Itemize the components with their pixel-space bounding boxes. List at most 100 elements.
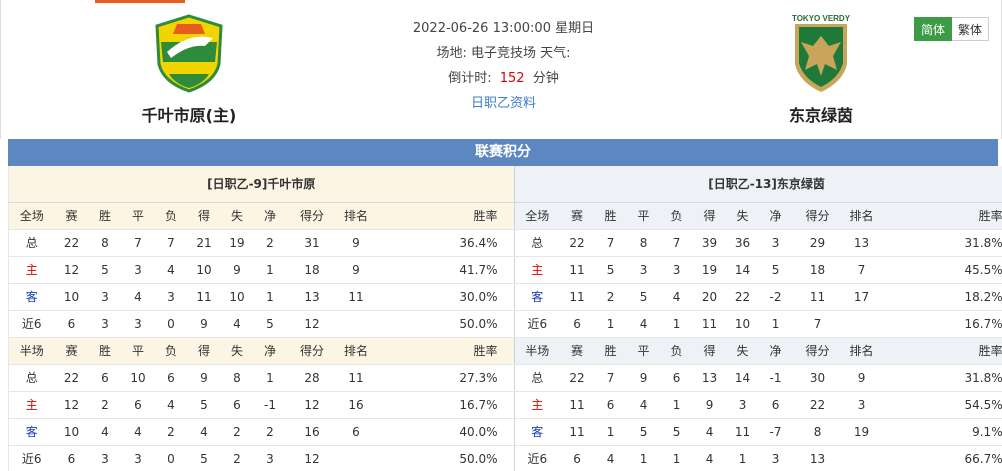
match-page: 千叶市原(主) 2022-06-26 13:00:00 星期日 场地: 电子竞技… <box>0 0 1002 471</box>
column-header: 胜率 <box>880 202 1002 230</box>
stat-cell: 6 <box>220 391 254 419</box>
stat-cell: 10 <box>187 256 221 284</box>
table-row: 客 10 3 4 3 11 10 1 13 11 30.0% <box>8 283 514 311</box>
team-standing-caption[interactable]: [日职乙-13]东京绿茵 <box>514 166 1002 203</box>
stat-cell: 9 <box>187 364 221 392</box>
column-header: 净 <box>759 202 793 230</box>
stat-cell: 9 <box>220 256 254 284</box>
full-time-header-row: 全场赛胜平负得失净得分 排名 胜率 <box>8 202 514 230</box>
column-header: 胜 <box>594 202 628 230</box>
row-label: 总 <box>8 229 55 257</box>
column-header: 得 <box>187 337 221 365</box>
stat-cell: 1 <box>660 391 694 419</box>
stat-cell: 18 <box>286 256 338 284</box>
table-row: 近6 6 1 4 1 11 10 1 7 16.7% <box>514 310 1002 338</box>
column-header: 负 <box>154 337 188 365</box>
away-team-logo[interactable]: TOKYO VERDY <box>731 12 911 94</box>
stat-cell: 1 <box>253 256 287 284</box>
stat-cell: 5 <box>88 256 122 284</box>
column-header: 赛 <box>54 202 89 230</box>
stat-cell: 3 <box>759 445 793 471</box>
stat-cell: 9 <box>627 364 661 392</box>
column-header: 净 <box>253 337 287 365</box>
stat-cell: 5 <box>187 445 221 471</box>
stat-cell: 22 <box>54 229 89 257</box>
match-countdown: 倒计时: 152 分钟 <box>331 66 676 91</box>
stat-cell: 4 <box>121 283 155 311</box>
stat-cell: 31 <box>286 229 338 257</box>
column-header: 得分 <box>792 202 844 230</box>
home-team-logo[interactable] <box>99 12 279 94</box>
stat-cell: -1 <box>253 391 287 419</box>
stat-cell: 22 <box>560 364 595 392</box>
table-row: 主 11 6 4 1 9 3 6 22 3 54.5% <box>514 391 1002 419</box>
stat-cell: 6 <box>560 310 595 338</box>
home-team-name[interactable]: 千叶市原(主) <box>99 102 279 126</box>
stat-cell: 4 <box>154 256 188 284</box>
row-label: 总 <box>514 229 561 257</box>
table-row: 客 11 2 5 4 20 22 -2 11 17 18.2% <box>514 283 1002 311</box>
stat-cell: 13 <box>792 445 844 471</box>
stat-cell: 9 <box>337 256 375 284</box>
away-team[interactable]: TOKYO VERDY 东京绿茵 <box>731 12 911 126</box>
column-header: 失 <box>220 337 254 365</box>
column-header: 胜率 <box>374 202 514 230</box>
stat-cell: 2 <box>594 283 628 311</box>
column-header: 赛 <box>560 202 595 230</box>
stat-cell: 6 <box>594 391 628 419</box>
stat-cell: 10 <box>54 418 89 446</box>
stat-cell: 20 <box>693 283 727 311</box>
table-row: 总 22 7 8 7 39 36 3 29 13 31.8% <box>514 229 1002 257</box>
stat-cell: 4 <box>693 445 727 471</box>
stat-cell: 21 <box>187 229 221 257</box>
stat-cell: 14 <box>726 364 760 392</box>
standings-title: 联赛积分 <box>8 139 998 166</box>
league-info-link[interactable]: 日职乙资料 <box>471 96 536 111</box>
stat-cell: 22 <box>792 391 844 419</box>
table-row: 总 22 8 7 7 21 19 2 31 9 36.4% <box>8 229 514 257</box>
stat-cell: 0 <box>154 445 188 471</box>
table-row: 近6 6 3 3 0 5 2 3 12 50.0% <box>8 445 514 471</box>
stat-cell: 4 <box>693 418 727 446</box>
stat-cell: 40.0% <box>374 418 514 446</box>
stat-cell: 7 <box>660 229 694 257</box>
stat-cell: 45.5% <box>880 256 1002 284</box>
lang-simplified-button[interactable]: 简体 <box>913 17 952 41</box>
row-label: 主 <box>514 391 561 419</box>
stat-cell: 50.0% <box>374 310 514 338</box>
stat-cell: 5 <box>594 256 628 284</box>
away-standings-table: [日职乙-13]东京绿茵 全场赛胜平负得失净得分 排名 胜率总 22 7 8 7 39 36 3 29… <box>513 166 1002 471</box>
table-row: 客 11 1 5 5 4 11 -7 8 19 9.1% <box>514 418 1002 446</box>
stat-cell: 11 <box>337 283 375 311</box>
stat-cell: 19 <box>693 256 727 284</box>
stat-cell: 4 <box>121 418 155 446</box>
stat-cell: 2 <box>220 445 254 471</box>
home-team[interactable]: 千叶市原(主) <box>99 12 279 126</box>
column-header: 负 <box>660 337 694 365</box>
column-header: 赛 <box>54 337 89 365</box>
stat-cell: 6 <box>560 445 595 471</box>
stat-cell: 4 <box>187 418 221 446</box>
stat-cell: 66.7% <box>880 445 1002 471</box>
stat-cell: 10 <box>726 310 760 338</box>
stat-cell: 1 <box>627 445 661 471</box>
lang-traditional-button[interactable]: 繁体 <box>951 17 989 41</box>
stat-cell: 16.7% <box>880 310 1002 338</box>
table-row: 主 12 2 6 4 5 6 -1 12 16 16.7% <box>8 391 514 419</box>
away-team-name[interactable]: 东京绿茵 <box>731 102 911 126</box>
stat-cell: 9.1% <box>880 418 1002 446</box>
stat-cell: 3 <box>726 391 760 419</box>
team-standing-caption[interactable]: [日职乙-9]千叶市原 <box>8 166 514 203</box>
stat-cell: 7 <box>594 229 628 257</box>
row-label: 近6 <box>514 445 561 471</box>
stat-cell: 3 <box>660 256 694 284</box>
stat-cell: 3 <box>88 283 122 311</box>
column-header: 平 <box>627 202 661 230</box>
stat-cell: 13 <box>286 283 338 311</box>
column-header: 负 <box>660 202 694 230</box>
stat-cell: 6 <box>759 391 793 419</box>
stat-cell: 4 <box>220 310 254 338</box>
match-datetime: 2022-06-26 13:00:00 星期日 <box>412 21 595 36</box>
stat-cell: 8 <box>88 229 122 257</box>
full-time-header-row: 全场赛胜平负得失净得分 排名 胜率 <box>514 202 1002 230</box>
